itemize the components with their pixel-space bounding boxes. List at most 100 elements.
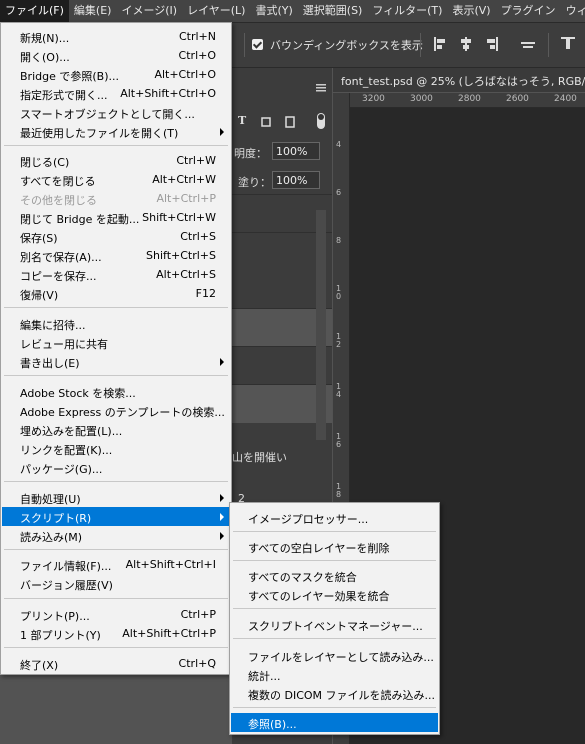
menu-item-open-as[interactable]: 指定形式で開く... Alt+Shift+Ctrl+O	[2, 84, 230, 103]
menu-item-browse-bridge[interactable]: Bridge で参照(B)... Alt+Ctrl+O	[2, 65, 230, 84]
opacity-field[interactable]: 100%	[272, 142, 320, 160]
menu-image[interactable]: イメージ(I)	[116, 0, 182, 22]
options-divider	[548, 33, 549, 57]
menu-separator	[4, 549, 228, 550]
menu-item-open[interactable]: 開く(O)... Ctrl+O	[2, 46, 230, 65]
align-top-icon[interactable]	[520, 36, 536, 52]
document-title: font_test.psd @ 25% (しろばなはっそう, RGB/8) *	[341, 75, 585, 88]
submenu-arrow-icon	[220, 358, 224, 366]
menu-type[interactable]: 書式(Y)	[250, 0, 297, 22]
menu-item-close-go-bridge[interactable]: 閉じて Bridge を起動... Shift+Ctrl+W	[2, 208, 230, 227]
menu-item-scripts[interactable]: スクリプト(R)	[2, 507, 230, 526]
fill-field[interactable]: 100%	[272, 171, 320, 189]
menu-separator	[4, 598, 228, 599]
smart-object-filter-icon[interactable]	[284, 116, 296, 128]
menu-item-automate[interactable]: 自動処理(U)	[2, 488, 230, 507]
menu-separator	[4, 145, 228, 146]
layer-name: 山を開催い	[232, 451, 287, 464]
menu-bar: ファイル(F) 編集(E) イメージ(I) レイヤー(L) 書式(Y) 選択範囲(S) フィ…	[0, 0, 585, 23]
menu-item-file-info[interactable]: ファイル情報(F)... Alt+Shift+Ctrl+I	[2, 555, 230, 574]
menu-separator	[233, 707, 436, 708]
align-left-icon[interactable]	[432, 36, 448, 52]
ruler-tick: 1 6	[336, 432, 342, 449]
menu-item-image-processor[interactable]: イメージプロセッサー...	[231, 508, 438, 527]
ruler-tick: 1 0	[336, 284, 342, 301]
align-center-icon[interactable]	[458, 36, 474, 52]
menu-separator	[4, 481, 228, 482]
filter-toggle-icon[interactable]	[316, 112, 326, 130]
menu-item-export[interactable]: 書き出し(E)	[2, 352, 230, 371]
submenu-arrow-icon	[220, 532, 224, 540]
menu-separator	[233, 638, 436, 639]
ruler-tick: 2400	[554, 94, 577, 104]
distribute-icon[interactable]	[560, 36, 576, 52]
menu-item-save-as[interactable]: 別名で保存(A)... Shift+Ctrl+S	[2, 246, 230, 265]
menu-item-exit[interactable]: 終了(X) Ctrl+Q	[2, 654, 230, 673]
ruler-tick: 2800	[458, 94, 481, 104]
panel-menu-icon[interactable]	[316, 84, 326, 92]
menu-item-open-smart-object[interactable]: スマートオブジェクトとして開く...	[2, 103, 230, 122]
menu-view[interactable]: 表示(V)	[447, 0, 495, 22]
menu-item-open-recent[interactable]: 最近使用したファイルを開く(T)	[2, 122, 230, 141]
ruler-tick: 6	[336, 188, 342, 197]
fill-label: 塗り：	[238, 176, 271, 189]
options-divider	[244, 33, 245, 57]
ruler-tick: 2600	[506, 94, 529, 104]
menu-separator	[4, 375, 228, 376]
menu-item-load-dicom[interactable]: 複数の DICOM ファイルを読み込み...	[231, 684, 438, 703]
menu-item-delete-empty-layers[interactable]: すべての空白レイヤーを削除	[231, 537, 438, 556]
shape-layer-filter-icon[interactable]	[260, 116, 272, 128]
menu-item-revert[interactable]: 復帰(V) F12	[2, 284, 230, 303]
menu-file[interactable]: ファイル(F)	[0, 0, 69, 22]
document-tab[interactable]: font_test.psd @ 25% (しろばなはっそう, RGB/8) *	[333, 68, 585, 92]
scripts-submenu: イメージプロセッサー... すべての空白レイヤーを削除 すべてのマスクを統合 す…	[229, 502, 440, 735]
menu-item-load-files-into-stack[interactable]: ファイルをレイヤーとして読み込み...	[231, 646, 438, 665]
menu-item-invite-to-edit[interactable]: 編集に招待...	[2, 314, 230, 333]
menu-separator	[4, 307, 228, 308]
bounding-box-label: バウンディングボックスを表示	[270, 39, 423, 52]
menu-window[interactable]: ウィンドウ(W)	[561, 0, 585, 22]
file-menu: 新規(N)... Ctrl+N 開く(O)... Ctrl+O Bridge で参照…	[0, 22, 232, 675]
menu-item-place-linked[interactable]: リンクを配置(K)...	[2, 439, 230, 458]
menu-item-version-history[interactable]: バージョン履歴(V)	[2, 574, 230, 593]
menu-item-script-events-manager[interactable]: スクリプトイベントマネージャー...	[231, 615, 438, 634]
menu-item-browse[interactable]: 参照(B)...	[231, 713, 438, 732]
panel-scrollbar[interactable]	[316, 210, 326, 440]
ruler-tick: 3000	[410, 94, 433, 104]
menu-item-close[interactable]: 閉じる(C) Ctrl+W	[2, 151, 230, 170]
submenu-arrow-icon	[220, 128, 224, 136]
menu-plugins[interactable]: プラグイン	[496, 0, 561, 22]
menu-item-print[interactable]: プリント(P)... Ctrl+P	[2, 605, 230, 624]
menu-item-share-for-review[interactable]: レビュー用に共有	[2, 333, 230, 352]
menu-item-place-embedded[interactable]: 埋め込みを配置(L)...	[2, 420, 230, 439]
menu-item-new[interactable]: 新規(N)... Ctrl+N	[2, 27, 230, 46]
menu-item-statistics[interactable]: 統計...	[231, 665, 438, 684]
menu-item-search-adobe-stock[interactable]: Adobe Stock を検索...	[2, 382, 230, 401]
submenu-arrow-icon	[220, 513, 224, 521]
menu-item-save-copy[interactable]: コピーを保存... Alt+Ctrl+S	[2, 265, 230, 284]
opacity-label: 明度：	[234, 147, 267, 160]
menu-item-flatten-all-masks[interactable]: すべてのマスクを統合	[231, 566, 438, 585]
menu-layer[interactable]: レイヤー(L)	[182, 0, 250, 22]
menu-item-print-one-copy[interactable]: 1 部プリント(Y) Alt+Shift+Ctrl+P	[2, 624, 230, 643]
menu-item-save[interactable]: 保存(S) Ctrl+S	[2, 227, 230, 246]
submenu-arrow-icon	[220, 494, 224, 502]
menu-item-close-others: その他を閉じる Alt+Ctrl+P	[20, 192, 216, 207]
menu-edit[interactable]: 編集(E)	[69, 0, 117, 22]
text-layer-filter-icon[interactable]: T	[238, 114, 246, 127]
options-divider	[420, 33, 421, 57]
ruler-tick: 4	[336, 140, 342, 149]
menu-item-import[interactable]: 読み込み(M)	[2, 526, 230, 545]
ruler-tick: 1 8	[336, 482, 342, 499]
menu-select[interactable]: 選択範囲(S)	[298, 0, 368, 22]
menu-item-close-all[interactable]: すべてを閉じる Alt+Ctrl+W	[2, 170, 230, 189]
align-right-icon[interactable]	[484, 36, 500, 52]
menu-item-search-express-templates[interactable]: Adobe Express のテンプレートの検索...	[2, 401, 230, 420]
menu-filter[interactable]: フィルター(T)	[367, 0, 447, 22]
menu-separator	[233, 531, 436, 532]
menu-item-package[interactable]: パッケージ(G)...	[2, 458, 230, 477]
ruler-tick: 3200	[362, 94, 385, 104]
ruler-tick: 8	[336, 236, 342, 245]
bounding-box-checkbox[interactable]	[252, 39, 263, 50]
menu-item-flatten-all-layer-effects[interactable]: すべてのレイヤー効果を統合	[231, 585, 438, 604]
